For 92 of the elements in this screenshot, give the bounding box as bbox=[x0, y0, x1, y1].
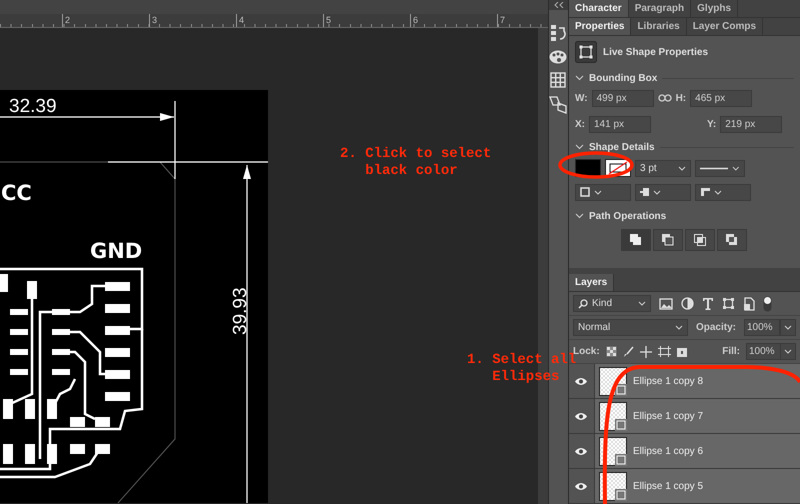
y-field[interactable]: 219 px bbox=[720, 116, 782, 132]
panel-tab[interactable]: Libraries bbox=[631, 18, 687, 35]
fill-field[interactable]: 100% bbox=[746, 343, 782, 360]
caret-icon bbox=[714, 190, 722, 194]
caret-icon bbox=[674, 325, 683, 330]
brush-icon[interactable] bbox=[622, 346, 634, 358]
stroke-style-dropdown[interactable] bbox=[694, 160, 745, 176]
ruler-number: 5 bbox=[323, 14, 410, 27]
move-icon[interactable] bbox=[640, 346, 652, 358]
layer-name: Ellipse 1 copy 7 bbox=[632, 410, 704, 422]
layer-name: Ellipse 1 copy 6 bbox=[632, 446, 704, 456]
section-title: Path Operations bbox=[588, 210, 666, 222]
ruler-number: 3 bbox=[149, 14, 236, 27]
field-label: Fill: bbox=[722, 346, 740, 357]
blend-mode-dropdown[interactable]: Normal bbox=[572, 319, 688, 336]
stroke-width-dropdown[interactable]: 3 pt bbox=[634, 160, 691, 176]
smart-object-filter-icon[interactable] bbox=[742, 296, 755, 310]
stroke-corner-dropdown[interactable] bbox=[694, 184, 751, 200]
eye-icon[interactable] bbox=[574, 482, 588, 490]
stroke-align-dropdown[interactable] bbox=[574, 184, 631, 200]
chevron-icon[interactable] bbox=[574, 75, 584, 81]
caret-icon bbox=[784, 325, 792, 330]
pcb-label: CC bbox=[1, 181, 32, 205]
exclude-shapes-icon[interactable] bbox=[717, 229, 748, 251]
opacity-field[interactable]: 100% bbox=[744, 319, 780, 336]
caret-icon bbox=[652, 190, 661, 194]
shape-icon bbox=[574, 41, 597, 63]
chevron-icon[interactable] bbox=[574, 144, 584, 150]
history-icon[interactable] bbox=[550, 24, 566, 42]
caret-icon bbox=[594, 190, 602, 194]
filter-toggle-icon[interactable] bbox=[762, 296, 772, 312]
stroke-align-icon bbox=[580, 187, 590, 197]
ruler-number: 6 bbox=[410, 14, 497, 27]
section-title: Bounding Box bbox=[588, 72, 658, 84]
layer-row[interactable]: Ellipse 1 copy 5 bbox=[594, 469, 800, 503]
caret-icon bbox=[732, 166, 740, 170]
layer-row[interactable]: Ellipse 1 copy 6 bbox=[594, 434, 800, 468]
grid-icon[interactable] bbox=[550, 72, 566, 88]
solid-line-icon bbox=[700, 166, 728, 170]
panel-tab[interactable]: Paragraph bbox=[628, 0, 692, 17]
collapse-icon[interactable] bbox=[554, 2, 564, 8]
field-label: Opacity: bbox=[696, 322, 736, 333]
panel-tab[interactable]: Glyphs bbox=[691, 0, 738, 17]
transform-icon[interactable] bbox=[549, 96, 568, 114]
annotation-text: 2. Click to select black color bbox=[340, 146, 492, 180]
panel-tab[interactable]: Character bbox=[568, 0, 629, 17]
x-field[interactable]: 141 px bbox=[588, 116, 651, 132]
ruler-number: 2 bbox=[62, 14, 149, 27]
adjustment-filter-icon[interactable] bbox=[680, 297, 694, 310]
field-label: X: bbox=[574, 118, 585, 130]
subtract-shapes-icon[interactable] bbox=[653, 229, 684, 251]
combine-shapes-icon[interactable] bbox=[621, 229, 652, 251]
caret-icon bbox=[784, 349, 792, 354]
layer-name: Ellipse 1 copy 8 bbox=[632, 376, 704, 386]
dimension-label: 32.39 bbox=[9, 96, 57, 117]
layer-row[interactable]: Ellipse 1 copy 7 bbox=[594, 399, 800, 433]
artboard-icon[interactable] bbox=[658, 346, 671, 357]
panel-heading: Live Shape Properties bbox=[602, 46, 708, 58]
caret-icon bbox=[638, 301, 646, 306]
search-icon bbox=[578, 298, 588, 308]
shape-filter-icon[interactable] bbox=[722, 297, 735, 310]
palette-icon[interactable] bbox=[549, 50, 568, 64]
link-icon[interactable] bbox=[658, 94, 672, 102]
height-field[interactable]: 465 px bbox=[690, 90, 752, 106]
eye-icon[interactable] bbox=[574, 446, 588, 456]
chevron-icon[interactable] bbox=[574, 213, 584, 219]
field-label: H: bbox=[676, 92, 686, 104]
panel-tab[interactable]: Layers bbox=[568, 274, 614, 291]
panel-tab[interactable]: Layer Comps bbox=[686, 18, 764, 35]
ruler-number: 4 bbox=[236, 14, 323, 27]
eye-icon[interactable] bbox=[574, 412, 588, 420]
field-label: Y: bbox=[706, 118, 716, 130]
pcb-label: GND bbox=[90, 239, 142, 263]
intersect-shapes-icon[interactable] bbox=[685, 229, 716, 251]
width-field[interactable]: 499 px bbox=[592, 90, 654, 106]
dropdown-button[interactable] bbox=[780, 343, 796, 360]
panel-tab[interactable]: Properties bbox=[568, 18, 632, 35]
image-filter-icon[interactable] bbox=[658, 298, 673, 310]
lock-pixels-icon[interactable] bbox=[606, 346, 617, 357]
eye-icon[interactable] bbox=[574, 376, 588, 386]
filter-dropdown[interactable]: Kind bbox=[572, 295, 651, 312]
dimension-label: 39.93 bbox=[230, 287, 251, 335]
caret-icon bbox=[678, 166, 686, 170]
layer-name: Ellipse 1 copy 5 bbox=[632, 480, 704, 492]
stroke-corner-icon bbox=[700, 187, 710, 197]
field-label: W: bbox=[574, 92, 588, 104]
dropdown-button[interactable] bbox=[780, 319, 796, 336]
stroke-cap-icon bbox=[640, 187, 649, 197]
stroke-cap-dropdown[interactable] bbox=[634, 184, 691, 200]
lock-icon[interactable] bbox=[676, 346, 687, 357]
type-filter-icon[interactable] bbox=[702, 297, 714, 310]
section-title: Shape Details bbox=[588, 142, 655, 152]
